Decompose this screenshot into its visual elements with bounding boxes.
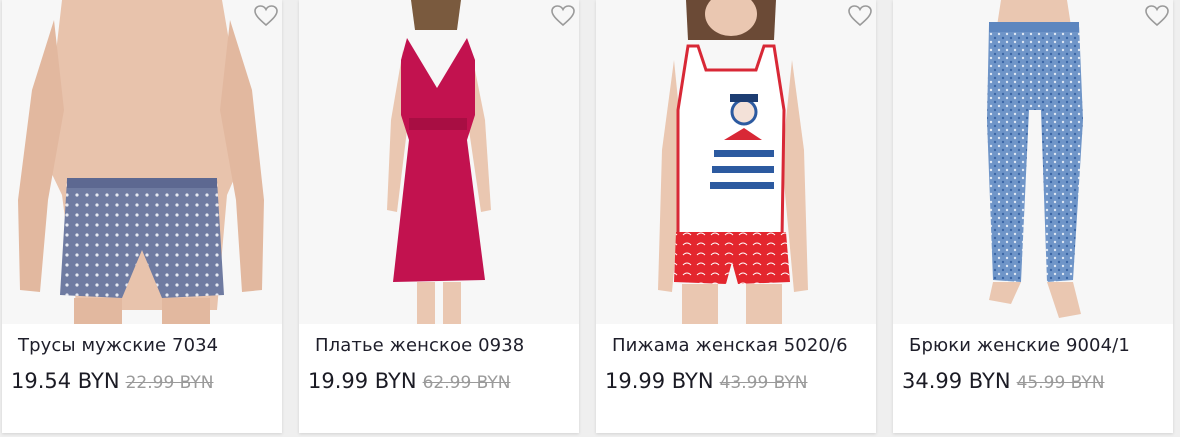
heart-icon[interactable] [848, 5, 872, 27]
heart-icon[interactable] [551, 5, 575, 27]
current-price: 19.54 BYN [11, 369, 120, 393]
product-image[interactable] [299, 0, 579, 324]
current-price: 19.99 BYN [605, 369, 714, 393]
old-price: 43.99 BYN [719, 373, 808, 393]
product-card[interactable]: Трусы мужские 7034 19.54 BYN 22.99 BYN [2, 0, 282, 433]
heart-icon[interactable] [254, 5, 278, 27]
product-title[interactable]: Платье женское 0938 [315, 335, 524, 356]
product-card[interactable]: Брюки женские 9004/1 34.99 BYN 45.99 BYN [893, 0, 1173, 433]
old-price: 45.99 BYN [1016, 373, 1105, 393]
product-grid: Трусы мужские 7034 19.54 BYN 22.99 BYN П… [2, 0, 1178, 433]
product-title[interactable]: Трусы мужские 7034 [18, 335, 218, 356]
product-image[interactable] [596, 0, 876, 324]
product-title[interactable]: Пижама женская 5020/6 [612, 335, 848, 356]
product-title[interactable]: Брюки женские 9004/1 [909, 335, 1130, 356]
price-row: 19.99 BYN 62.99 BYN [308, 369, 511, 393]
product-image[interactable] [893, 0, 1173, 324]
price-row: 19.54 BYN 22.99 BYN [11, 369, 214, 393]
current-price: 34.99 BYN [902, 369, 1011, 393]
price-row: 34.99 BYN 45.99 BYN [902, 369, 1105, 393]
price-row: 19.99 BYN 43.99 BYN [605, 369, 808, 393]
current-price: 19.99 BYN [308, 369, 417, 393]
product-card[interactable]: Пижама женская 5020/6 19.99 BYN 43.99 BYN [596, 0, 876, 433]
product-card[interactable]: Платье женское 0938 19.99 BYN 62.99 BYN [299, 0, 579, 433]
old-price: 62.99 BYN [422, 373, 511, 393]
heart-icon[interactable] [1145, 5, 1169, 27]
product-image[interactable] [2, 0, 282, 324]
old-price: 22.99 BYN [125, 373, 214, 393]
